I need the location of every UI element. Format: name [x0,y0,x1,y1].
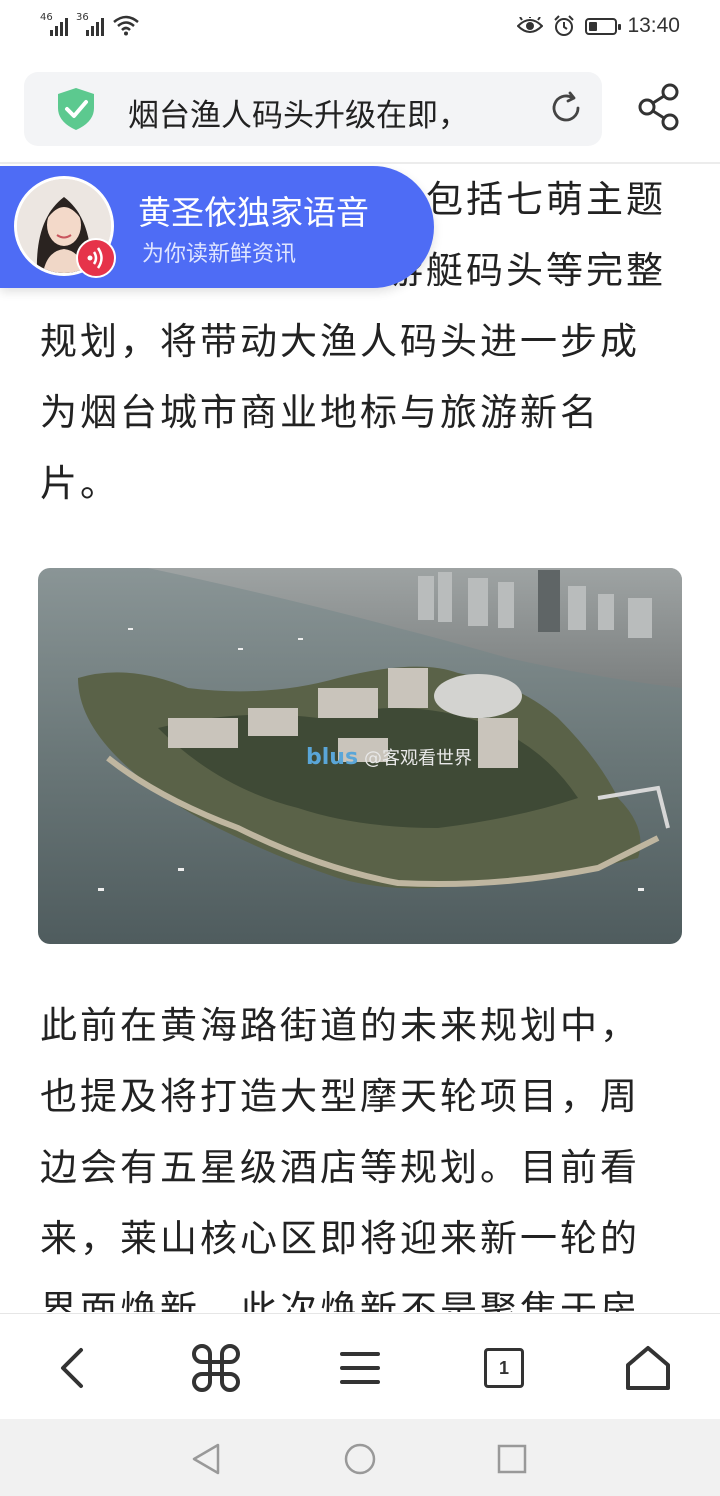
browser-toolbar: 1 [0,1313,720,1420]
address-bar[interactable]: 烟台渔人码头升级在即， [24,72,602,146]
status-left: 46 36 [40,12,140,36]
text-line: 为烟台城市商业地标与旅游新名 [40,391,600,434]
sound-icon [76,238,116,278]
system-navigation-bar [0,1419,720,1496]
share-icon[interactable] [636,82,682,132]
command-button[interactable] [186,1338,246,1398]
nav-back-button[interactable] [184,1437,228,1481]
menu-button[interactable] [330,1338,390,1398]
watermark-text: @客观看世界 [364,748,473,769]
menu-icon [340,1352,380,1384]
home-button[interactable] [618,1338,678,1398]
home-icon [626,1346,670,1390]
text-line: 此前在黄海路街道的未来规划中， [40,1004,640,1047]
back-button[interactable] [42,1338,102,1398]
article-paragraph: 此前在黄海路街道的未来规划中， 也提及将打造大型摩天轮项目，周 边会有五星级酒店… [40,990,686,1312]
photo-watermark: blus @客观看世界 [306,744,472,770]
text-line: 边会有五星级酒店等规划。目前看 [40,1146,640,1189]
voice-banner-subtitle: 为你读新鲜资讯 [142,242,297,267]
page-title[interactable]: 烟台渔人码头升级在即， [128,90,528,135]
tabs-button[interactable]: 1 [474,1338,534,1398]
command-icon [192,1344,240,1392]
tabs-icon: 1 [484,1348,524,1388]
text-line: 规划，将带动大渔人码头进一步成 [40,320,640,363]
shield-check-icon [58,88,94,130]
signal-icon: 46 [40,12,70,36]
status-right: 13:40 [517,14,680,38]
nav-recents-icon [497,1444,527,1474]
nav-back-icon [192,1443,220,1475]
status-bar: 46 36 13:40 [0,0,720,56]
reload-icon[interactable] [548,90,584,126]
wifi-icon [113,15,139,36]
nav-recents-button[interactable] [490,1437,534,1481]
text-line: 也提及将打造大型摩天轮项目，周 [40,1075,640,1118]
tab-count: 1 [498,1357,509,1378]
back-icon [61,1348,83,1388]
clock: 13:40 [627,14,680,37]
text-line: 来，莱山核心区即将迎来新一轮的 [40,1217,640,1260]
article-photo[interactable]: blus @客观看世界 [38,568,682,944]
watermark-brand: blus [306,745,359,770]
alarm-icon [554,15,575,36]
voice-reader-banner[interactable]: 黄圣依独家语音 为你读新鲜资讯 [0,166,434,288]
eye-icon [517,17,544,33]
voice-banner-title: 黄圣依独家语音 [138,193,369,232]
text-line: 界面焕新，此次焕新不是聚焦于房 [40,1288,640,1312]
signal-icon: 36 [76,12,106,36]
text-line: 片。 [40,462,120,505]
battery-icon [585,17,622,35]
nav-home-button[interactable] [338,1437,382,1481]
nav-home-icon [344,1443,376,1475]
